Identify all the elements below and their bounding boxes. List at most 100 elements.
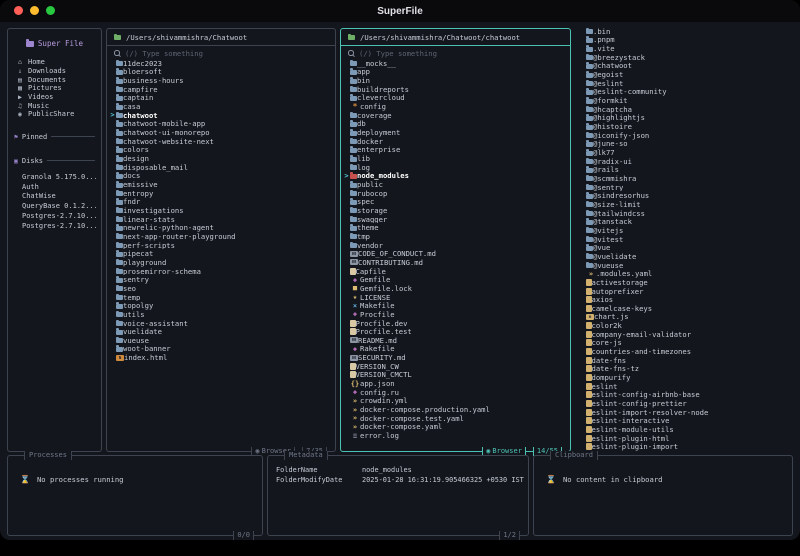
file-row[interactable]: lib <box>343 154 568 163</box>
file-row[interactable]: .bin <box>579 27 793 36</box>
file-row[interactable]: woot-banner <box>109 345 333 353</box>
file-row[interactable]: @breezystack <box>579 53 793 62</box>
file-row[interactable]: @vuelidate <box>579 252 793 261</box>
file-row[interactable]: » docker-compose.yaml <box>343 423 568 432</box>
file-row[interactable]: @tanstack <box>579 217 793 226</box>
file-row[interactable]: > chatwoot <box>109 111 333 120</box>
minimize-button[interactable] <box>30 6 39 15</box>
disk-item[interactable]: Postgres-2.7.10... <box>22 222 96 232</box>
file-row[interactable]: eslint-config-airbnb-base <box>579 391 793 399</box>
file-row[interactable]: campfire <box>109 85 333 94</box>
file-row[interactable]: business-hours <box>109 76 333 85</box>
file-row[interactable]: chatwoot-ui-monorepo <box>109 128 333 137</box>
search-input[interactable]: (/) Type something <box>107 46 335 58</box>
file-row[interactable]: ◆ config.ru <box>343 388 568 397</box>
file-row[interactable]: docs <box>109 172 333 180</box>
file-row[interactable]: ◆ Rakefile <box>343 345 568 354</box>
file-row[interactable]: spec <box>343 198 568 206</box>
file-row[interactable]: ■ Gemfile.lock <box>343 284 568 293</box>
file-row[interactable]: ★ LICENSE <box>343 293 568 302</box>
file-row[interactable]: > node_modules <box>343 172 568 181</box>
file-row[interactable]: eslint-module-utils <box>579 425 793 434</box>
file-row[interactable]: coverage <box>343 111 568 120</box>
file-row[interactable]: utils <box>109 310 333 319</box>
file-row[interactable]: @size-limit <box>579 200 793 209</box>
file-row[interactable]: » docker-compose.production.yaml <box>343 405 568 414</box>
disk-item[interactable]: Auth <box>22 183 96 193</box>
file-row[interactable]: seo <box>109 284 333 293</box>
file-row[interactable]: vueuse <box>109 336 333 345</box>
file-row[interactable]: × Makefile <box>343 301 568 310</box>
sidebar-item-music[interactable]: ♫ Music <box>16 101 96 110</box>
file-row[interactable]: @chatwoot <box>579 62 793 70</box>
sidebar-item-videos[interactable]: ▶ Videos <box>16 93 96 102</box>
file-row[interactable]: @vueuse <box>579 261 793 269</box>
file-row[interactable]: eslint-config-prettier <box>579 399 793 408</box>
file-row[interactable]: disposable_mail <box>109 163 333 172</box>
file-row[interactable]: linear-stats <box>109 215 333 223</box>
file-row[interactable]: @histoire <box>579 122 793 131</box>
file-row[interactable]: M CODE_OF_CONDUCT.md <box>343 249 568 258</box>
file-row[interactable]: 11dec2023 <box>109 59 333 68</box>
file-row[interactable]: 5 index.html <box>109 353 333 362</box>
file-row[interactable]: {} app.json <box>343 379 568 388</box>
file-row[interactable]: Procfile.test <box>343 327 568 336</box>
file-row[interactable]: camelcase-keys <box>579 304 793 313</box>
file-row[interactable]: @sindresorhus <box>579 191 793 200</box>
close-button[interactable] <box>14 6 23 15</box>
file-row[interactable]: Capfile <box>343 267 568 275</box>
file-row[interactable]: ◆ Procfile <box>343 310 568 319</box>
file-row[interactable]: vendor <box>343 241 568 249</box>
path-bar[interactable]: /Users/shivammishra/Chatwoot/chatwoot <box>341 29 570 46</box>
disk-item[interactable]: Granola 5.175.0... <box>22 173 96 183</box>
file-row[interactable]: docker <box>343 137 568 146</box>
file-row[interactable]: @highlightjs <box>579 114 793 122</box>
file-row[interactable]: eslint-plugin-html <box>579 434 793 443</box>
file-row[interactable]: bloersoft <box>109 68 333 76</box>
file-row[interactable]: eslint-interactive <box>579 417 793 425</box>
file-row[interactable]: db <box>343 120 568 128</box>
file-row[interactable]: » .modules.yaml <box>579 269 793 278</box>
file-row[interactable]: .vite <box>579 44 793 53</box>
file-row[interactable]: @sentry <box>579 183 793 191</box>
file-row[interactable]: design <box>109 154 333 163</box>
sidebar-item-publicshare[interactable]: ◉ PublicShare <box>16 110 96 119</box>
file-row[interactable]: @eslint-community <box>579 88 793 96</box>
disk-item[interactable]: Postgres-2.7.10... <box>22 212 96 222</box>
file-row[interactable]: core-js <box>579 339 793 347</box>
file-row[interactable]: eslint-import-resolver-node <box>579 408 793 417</box>
sidebar-item-home[interactable]: ⌂ Home <box>16 58 96 67</box>
file-row[interactable]: * config <box>343 102 568 111</box>
file-row[interactable]: vuelidate <box>109 327 333 336</box>
file-row[interactable]: countries-and-timezones <box>579 347 793 356</box>
file-row[interactable]: activestorage <box>579 278 793 287</box>
disk-item[interactable]: QueryBase 0.1.2... <box>22 202 96 212</box>
file-row[interactable]: @formkit <box>579 96 793 105</box>
file-row[interactable]: ◆ Gemfile <box>343 275 568 284</box>
file-row[interactable]: ≡ error.log <box>343 431 568 440</box>
file-row[interactable]: temp <box>109 293 333 301</box>
file-row[interactable]: voice-assistant <box>109 319 333 327</box>
search-input[interactable]: (/) Type something <box>341 46 570 58</box>
file-row[interactable]: casa <box>109 102 333 111</box>
file-row[interactable]: @vitejs <box>579 226 793 235</box>
file-row[interactable]: swagger <box>343 215 568 223</box>
file-row[interactable]: @lk77 <box>579 148 793 157</box>
file-row[interactable]: colors <box>109 146 333 154</box>
file-row[interactable]: public <box>343 180 568 189</box>
file-row[interactable]: next-app-router-playground <box>109 232 333 241</box>
file-row[interactable]: rubocop <box>343 189 568 198</box>
file-row[interactable]: enterprise <box>343 146 568 154</box>
file-row[interactable]: @vitest <box>579 235 793 243</box>
file-row[interactable]: » docker-compose.test.yaml <box>343 414 568 423</box>
file-row[interactable]: topolgy <box>109 301 333 310</box>
sidebar-item-downloads[interactable]: ⇓ Downloads <box>16 67 96 76</box>
file-row[interactable]: n chart.js <box>579 313 793 321</box>
file-row[interactable]: @iconify-json <box>579 131 793 140</box>
file-row[interactable]: VERSION_CMCTL <box>343 371 568 379</box>
file-row[interactable]: pipecat <box>109 249 333 258</box>
file-row[interactable]: eslint <box>579 382 793 391</box>
file-row[interactable]: @eslint <box>579 79 793 88</box>
file-row[interactable]: dompurify <box>579 373 793 382</box>
file-row[interactable]: axios <box>579 295 793 304</box>
